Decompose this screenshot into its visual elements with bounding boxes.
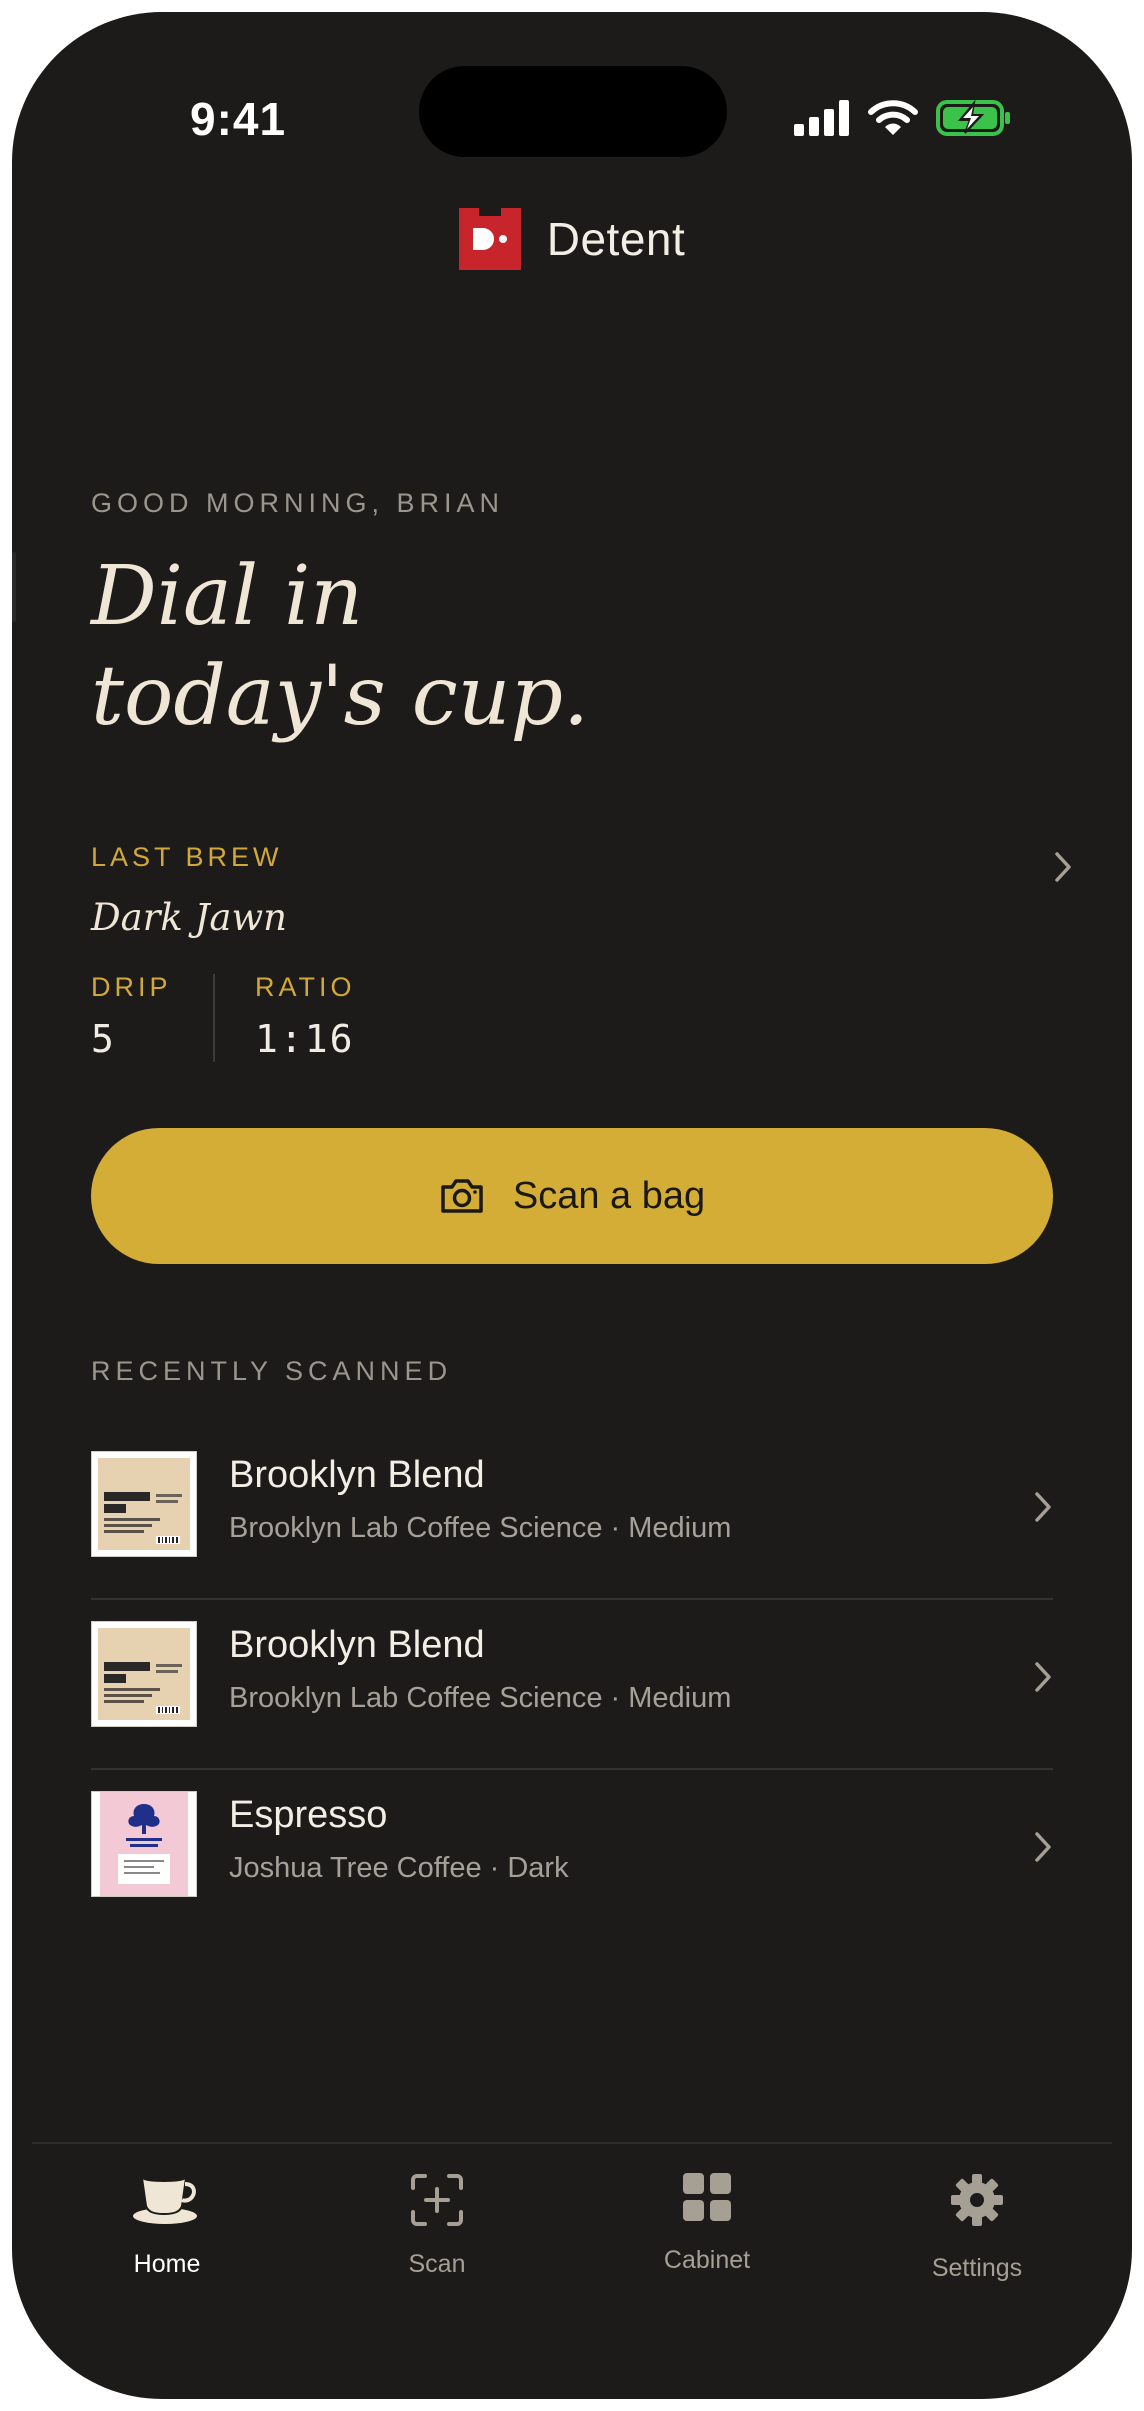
stat-ratio-value: 1:16 — [255, 1017, 355, 1061]
last-brew-name: Dark Jawn — [91, 896, 287, 939]
tab-scan[interactable]: Scan — [302, 2144, 572, 2304]
phone-screen: 9:41 Detent GOOD MORNING, BRIAN Dial in … — [12, 12, 1132, 2399]
headline-line-1: Dial in — [91, 549, 364, 644]
tab-scan-label: Scan — [408, 2250, 466, 2278]
tab-home-label: Home — [133, 2250, 201, 2278]
scan-plus-icon — [411, 2174, 463, 2226]
joshua-tree-bag-thumbnail — [91, 1791, 197, 1897]
list-item[interactable]: Espresso Joshua Tree Coffee · Dark — [91, 1770, 1053, 1938]
stat-drip-value: 5 — [91, 1017, 116, 1061]
list-item-subtitle: Joshua Tree Coffee · Dark — [229, 1852, 569, 1884]
dynamic-island — [419, 66, 727, 157]
stat-drip-label: DRIP — [91, 972, 172, 1002]
tab-home[interactable]: Home — [32, 2144, 302, 2304]
headline-line-2: today's cup. — [91, 649, 590, 744]
list-item[interactable]: Brooklyn Blend Brooklyn Lab Coffee Scien… — [91, 1600, 1053, 1770]
recently-scanned-list: Brooklyn Blend Brooklyn Lab Coffee Scien… — [91, 1430, 1053, 1938]
tab-cabinet[interactable]: Cabinet — [572, 2144, 842, 2304]
tab-settings-label: Settings — [931, 2254, 1023, 2282]
cellular-signal-icon — [794, 100, 849, 136]
list-item[interactable]: Brooklyn Blend Brooklyn Lab Coffee Scien… — [91, 1430, 1053, 1600]
stat-ratio-label: RATIO — [255, 972, 356, 1002]
stat-ratio: RATIO 1:16 — [255, 972, 356, 1061]
status-time: 9:41 — [190, 93, 287, 145]
greeting-text: GOOD MORNING, BRIAN — [91, 488, 505, 518]
chevron-right-icon — [1055, 852, 1071, 882]
tab-bar: Home Scan Cabinet Settings — [32, 2142, 1112, 2304]
stat-divider — [213, 974, 215, 1062]
app-name: Detent — [546, 213, 686, 265]
tab-cabinet-label: Cabinet — [663, 2246, 751, 2274]
scan-bag-label: Scan a bag — [512, 1174, 706, 1217]
page-headline: Dial in today's cup. — [91, 547, 589, 747]
scan-bag-button[interactable]: Scan a bag — [91, 1128, 1053, 1264]
grid-icon — [683, 2173, 731, 2221]
last-brew-card[interactable]: LAST BREW Dark Jawn DRIP 5 RATIO 1:16 — [91, 832, 1073, 1062]
gear-icon — [951, 2174, 1003, 2226]
wifi-icon — [868, 100, 918, 135]
list-item-title: Brooklyn Blend — [229, 1624, 485, 1666]
stat-drip: DRIP 5 — [91, 972, 172, 1061]
brooklyn-lab-bag-thumbnail — [91, 1621, 197, 1727]
last-brew-label: LAST BREW — [91, 842, 283, 872]
list-item-subtitle: Brooklyn Lab Coffee Science · Medium — [229, 1682, 732, 1714]
camera-icon — [441, 1179, 483, 1213]
recently-scanned-label: RECENTLY SCANNED — [91, 1356, 453, 1386]
brooklyn-lab-bag-thumbnail — [91, 1451, 197, 1557]
chevron-right-icon — [1035, 1832, 1051, 1862]
chevron-right-icon — [1035, 1662, 1051, 1692]
list-item-title: Espresso — [229, 1794, 388, 1836]
chevron-right-icon — [1035, 1492, 1051, 1522]
app-header: Detent — [12, 208, 1132, 270]
tab-settings[interactable]: Settings — [842, 2144, 1112, 2304]
status-icons — [794, 98, 1012, 138]
list-item-subtitle: Brooklyn Lab Coffee Science · Medium — [229, 1512, 732, 1544]
coffee-cup-icon — [133, 2176, 197, 2224]
list-item-title: Brooklyn Blend — [229, 1454, 485, 1496]
detent-logo-icon — [458, 208, 521, 270]
battery-charging-icon — [936, 99, 1010, 136]
side-button — [12, 552, 16, 622]
